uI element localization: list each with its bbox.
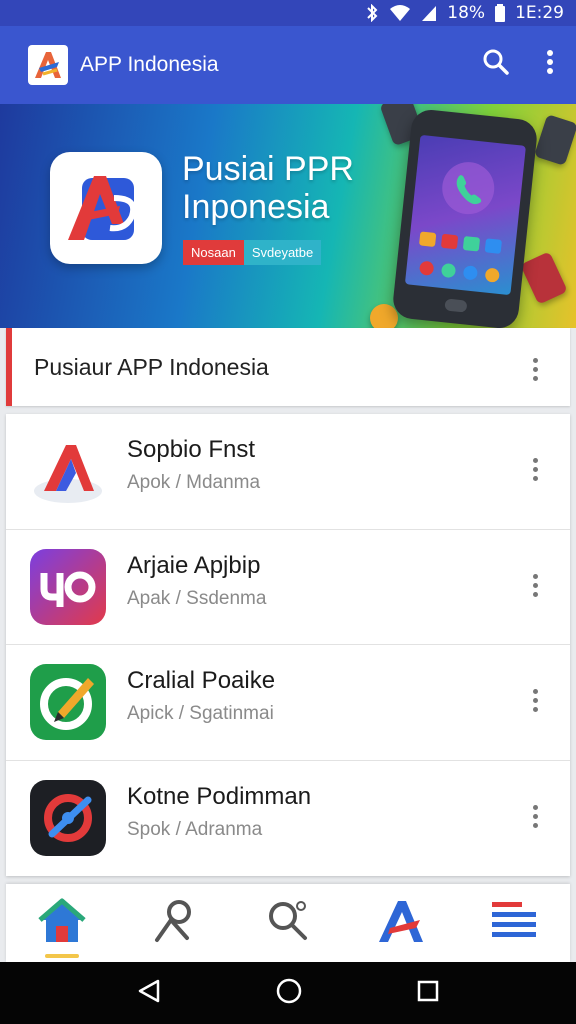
list-item[interactable]: Arjaie Apjbip Apak / Ssdenma	[6, 530, 570, 645]
home-icon	[37, 898, 87, 948]
search-icon	[265, 898, 311, 948]
menu-icon	[490, 900, 538, 946]
status-bar: 18% 1E:29	[0, 0, 576, 26]
section-title: Pusiaur APP Indonesia	[34, 353, 269, 380]
app-bar: APP Indonesia	[0, 26, 576, 104]
banner-title: Pusiai PPR Inponesia	[182, 150, 354, 226]
list-item[interactable]: Kotne Podimman Spok / Adranma	[6, 761, 570, 877]
app-title: APP Indonesia	[80, 53, 219, 76]
app-name: Sopbio Fnst	[127, 436, 256, 463]
pen-circle-icon	[30, 664, 106, 741]
bluetooth-icon	[365, 4, 379, 22]
home-button-icon[interactable]	[275, 977, 303, 1009]
banner-chips: Nosaan Svdeyatbe	[183, 240, 322, 265]
promo-banner[interactable]: Pusiai PPR Inponesia Nosaan Svdeyatbe	[0, 104, 576, 328]
item-overflow-icon[interactable]	[530, 804, 540, 828]
battery-icon	[495, 4, 506, 22]
app-subtitle: Spok / Adranma	[127, 818, 263, 840]
section-overflow-icon[interactable]	[530, 358, 540, 381]
item-overflow-icon[interactable]	[530, 689, 540, 712]
banner-app-icon	[50, 152, 162, 264]
app-name: Cralial Poaike	[127, 667, 276, 694]
floating-phone-icon	[520, 251, 568, 305]
clock: 1E:29	[515, 3, 564, 23]
recents-icon[interactable]	[416, 979, 440, 1007]
app-subtitle: Apak / Ssdenma	[127, 587, 267, 609]
banner-chip-left: Nosaan	[183, 240, 244, 265]
app-subtitle: Apick / Sgatinmai	[127, 703, 274, 724]
back-icon[interactable]	[136, 978, 162, 1008]
app-logo-icon	[376, 898, 426, 948]
floating-app-icon	[370, 304, 398, 328]
app-name: Kotne Podimman	[127, 782, 312, 810]
arrow-logo-icon	[30, 433, 106, 510]
banner-chip-right: Svdeyatbe	[243, 240, 322, 265]
floating-phone-icon	[533, 114, 576, 166]
list-item[interactable]: Cralial Poaike Apick / Sgatinmai	[6, 645, 570, 761]
nav-menu[interactable]	[479, 888, 549, 958]
item-overflow-icon[interactable]	[530, 458, 540, 481]
nav-profile[interactable]	[140, 888, 210, 958]
app-subtitle: Apok / Mdanma	[127, 472, 261, 493]
bottom-navigation	[6, 884, 570, 962]
item-overflow-icon[interactable]	[530, 573, 540, 597]
signal-icon	[421, 4, 437, 22]
nav-home[interactable]	[27, 888, 97, 958]
system-navigation-bar	[0, 962, 576, 1024]
wifi-icon	[389, 4, 411, 22]
app-logo	[28, 45, 68, 85]
battery-percent: 18%	[447, 3, 486, 23]
ring-logo-icon	[30, 780, 106, 857]
person-search-icon	[153, 898, 197, 948]
section-header: Pusiaur APP Indonesia	[6, 328, 570, 406]
search-icon[interactable]	[482, 48, 510, 80]
nav-search[interactable]	[253, 888, 323, 958]
phone-illustration	[391, 107, 539, 328]
yo-logo-icon	[30, 548, 106, 625]
app-name: Arjaie Apjbip	[127, 551, 261, 579]
list-item[interactable]: Sopbio Fnst Apok / Mdanma	[6, 414, 570, 530]
app-list: Sopbio Fnst Apok / Mdanma Arjaie Apjbip …	[6, 414, 570, 876]
overflow-menu-icon[interactable]	[546, 49, 554, 79]
nav-apps[interactable]	[366, 888, 436, 958]
